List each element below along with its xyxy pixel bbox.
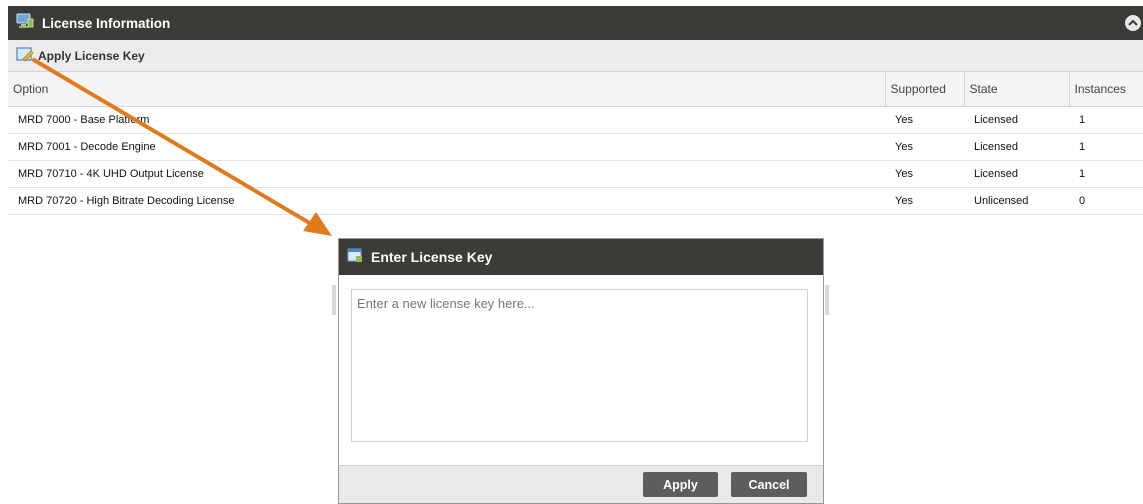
table-header-row: Option Supported State Instances	[8, 72, 1143, 107]
cell-instances: 0	[1069, 187, 1143, 215]
panel-title: License Information	[42, 15, 171, 31]
apply-license-key-label: Apply License Key	[38, 48, 145, 63]
cell-option: MRD 70720 - High Bitrate Decoding Licens…	[8, 187, 885, 215]
panel-toolbar: Apply License Key	[8, 40, 1143, 72]
license-table: Option Supported State Instances MRD 700…	[8, 72, 1143, 215]
cell-option: MRD 70710 - 4K UHD Output License	[8, 160, 885, 188]
edit-key-icon	[16, 46, 34, 65]
dialog-title: Enter License Key	[371, 249, 493, 265]
table-row[interactable]: MRD 70710 - 4K UHD Output License Yes Li…	[8, 160, 1143, 188]
cell-option: MRD 7000 - Base Platform	[8, 106, 885, 134]
cell-instances: 1	[1069, 106, 1143, 134]
table-row[interactable]: MRD 7001 - Decode Engine Yes Licensed 1	[8, 133, 1143, 161]
cancel-button[interactable]: Cancel	[731, 472, 807, 497]
cell-option: MRD 7001 - Decode Engine	[8, 133, 885, 161]
window-icon	[347, 247, 363, 268]
cell-state: Licensed	[964, 106, 1069, 134]
column-header-supported[interactable]: Supported	[884, 72, 964, 107]
dialog-footer: Apply Cancel	[339, 465, 823, 503]
column-header-instances[interactable]: Instances	[1068, 72, 1143, 107]
column-header-state[interactable]: State	[963, 72, 1069, 107]
column-header-option[interactable]: Option	[8, 72, 885, 107]
enter-license-key-dialog: Enter License Key Apply Cancel	[338, 238, 824, 504]
apply-license-key-button[interactable]: Apply License Key	[16, 46, 145, 65]
cell-instances: 1	[1069, 133, 1143, 161]
cell-supported: Yes	[885, 187, 964, 215]
panel-header: License Information	[8, 6, 1143, 40]
cell-state: Licensed	[964, 160, 1069, 188]
cell-state: Unlicensed	[964, 187, 1069, 215]
background-divider	[825, 285, 829, 315]
license-information-panel: License Information Apply License Key Op…	[8, 6, 1143, 215]
dialog-header: Enter License Key	[339, 239, 823, 275]
monitor-icon	[16, 13, 34, 34]
table-row[interactable]: MRD 7000 - Base Platform Yes Licensed 1	[8, 106, 1143, 134]
cell-instances: 1	[1069, 160, 1143, 188]
cell-supported: Yes	[885, 160, 964, 188]
cell-supported: Yes	[885, 133, 964, 161]
cell-supported: Yes	[885, 106, 964, 134]
license-key-input[interactable]	[351, 289, 808, 442]
cell-state: Licensed	[964, 133, 1069, 161]
chevron-up-icon[interactable]	[1125, 15, 1141, 31]
apply-button[interactable]: Apply	[643, 472, 718, 497]
table-row[interactable]: MRD 70720 - High Bitrate Decoding Licens…	[8, 187, 1143, 215]
background-divider	[332, 285, 336, 315]
dialog-body	[339, 275, 823, 462]
